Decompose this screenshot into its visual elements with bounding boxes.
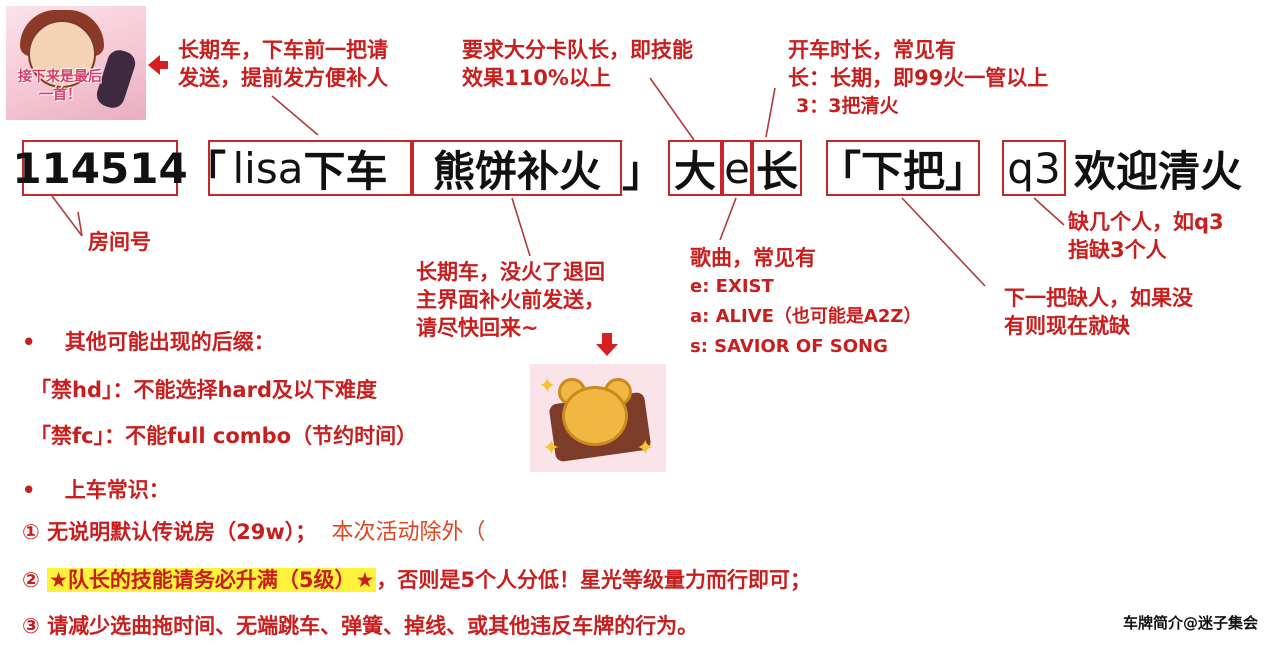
song-label: e <box>722 140 752 196</box>
close-bracket: 」 <box>622 146 665 196</box>
cookie-label: 熊饼补火 <box>412 140 622 196</box>
arrow-down-icon <box>596 344 618 356</box>
bear-cookie-image: ✦ ✦ ✦ <box>530 364 666 472</box>
rule-3: ③ 请减少选曲拖时间、无端跳车、弹簧、掉线、或其他违反车牌的行为。 <box>22 614 699 638</box>
duration-note: 开车时长，常见有 长：长期，即99火一管以上 3：3把清火 <box>788 38 1049 117</box>
avatar-image: 接下来是最后一首！ <box>6 6 146 120</box>
sparkle-icon: ✦ <box>542 436 561 461</box>
line-cookie-note <box>511 197 531 257</box>
long-label: 长 <box>752 140 802 196</box>
suffix-item: 「禁fc」：不能full combo（节约时间） <box>30 424 418 448</box>
line-avatar-note <box>271 95 319 136</box>
big-label: 大 <box>668 140 722 196</box>
footer-credit: 车牌简介@迷子集会 <box>1122 614 1258 632</box>
open-bracket: 「 <box>184 146 227 196</box>
song-note: 歌曲，常见有 e: EXIST a: ALIVE（也可能是A2Z） s: SAV… <box>690 246 922 357</box>
q3-note: 缺几个人，如q3 指缺3个人 <box>1068 210 1224 262</box>
rule-1: ① 无说明默认传说房（29w）； 本次活动除外（ <box>22 520 486 545</box>
suffix-item: 「禁hd」：不能选择hard及以下难度 <box>30 378 377 402</box>
room-note: 房间号 <box>88 230 151 254</box>
next-round-label: 「下把」 <box>819 140 987 196</box>
next-note: 下一把缺人，如果没 有则现在就缺 <box>1004 286 1193 338</box>
highlight-text: ★队长的技能请务必升满（5级）★ <box>47 568 377 592</box>
leader-note: 要求大分卡队长，即技能 效果110%以上 <box>462 38 693 90</box>
line-room-note <box>51 195 83 237</box>
arrow-left-icon-bar <box>158 61 168 69</box>
sparkle-icon: ✦ <box>538 374 557 399</box>
line-song-note <box>719 197 737 241</box>
line-q3-note <box>1033 197 1065 226</box>
avatar-note: 长期车，下车前一把请 发送，提前发方便补人 <box>178 38 388 90</box>
leave-label: lisa 下车 <box>208 140 412 196</box>
sparkle-icon: ✦ <box>636 436 655 461</box>
cookie-bear <box>562 386 628 446</box>
welcome-label: 欢迎清火 <box>1074 146 1243 196</box>
suffix-heading: • 其他可能出现的后缀： <box>22 330 275 354</box>
rule-2: ② ★队长的技能请务必升满（5级）★，否则是5个人分低！星光等级量力而行即可； <box>22 568 811 592</box>
avatar-caption: 接下来是最后一首！ <box>18 69 102 103</box>
line-duration-note <box>765 87 776 138</box>
rules-heading: • 上车常识： <box>22 478 170 502</box>
q3-label: q3 <box>1002 140 1066 196</box>
room-number: 114514 <box>12 140 188 196</box>
cookie-note: 长期车，没火了退回 主界面补火前发送， 请尽快回来~ <box>416 260 605 340</box>
